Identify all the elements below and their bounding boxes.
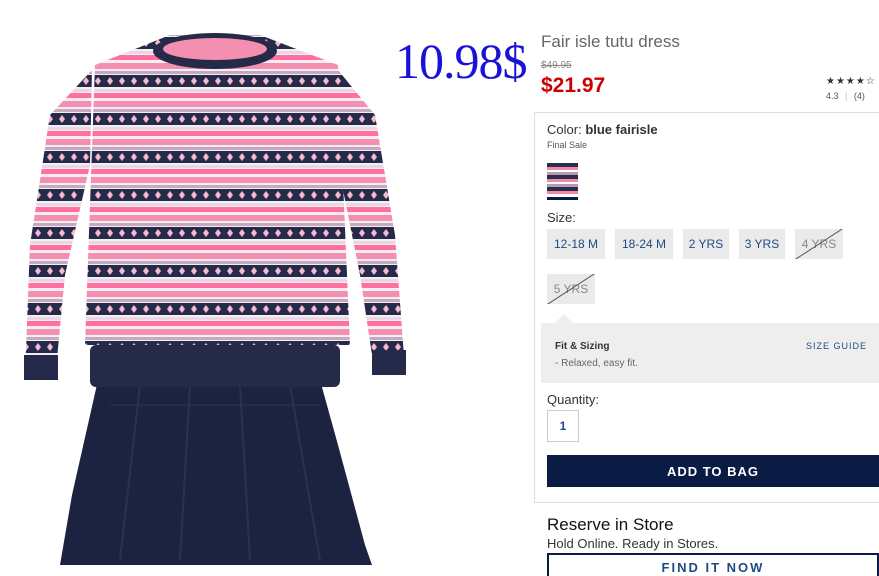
size-label: Size: <box>547 210 576 225</box>
color-selection: Color: blue fairisle <box>547 122 658 137</box>
size-guide-link[interactable]: SIZE GUIDE <box>806 341 867 351</box>
rating-summary: 4.3 | (4) <box>826 91 876 101</box>
final-sale-note: Final Sale <box>547 140 588 150</box>
product-rating[interactable]: ★★★★☆ 4.3 | (4) <box>826 76 876 101</box>
size-option-5yrs-unavailable[interactable]: 5 YRS <box>547 274 595 304</box>
overlay-price-annotation: 10.98$ <box>395 33 527 89</box>
divider <box>534 502 879 503</box>
size-option-3yrs[interactable]: 3 YRS <box>739 229 785 259</box>
reserve-in-store-title: Reserve in Store <box>547 515 674 534</box>
rating-divider: | <box>845 91 848 101</box>
quantity-label: Quantity: <box>547 392 600 407</box>
color-swatch-blue-fairisle[interactable] <box>547 163 578 200</box>
color-value: blue fairisle <box>585 122 658 137</box>
size-option-12-18m[interactable]: 12-18 M <box>547 229 605 259</box>
purchase-panel <box>534 112 879 503</box>
fit-description: - Relaxed, easy fit. <box>555 358 638 369</box>
quantity-select[interactable]: 1 <box>547 410 579 442</box>
rating-score: 4.3 <box>826 91 839 101</box>
size-option-2yrs[interactable]: 2 YRS <box>683 229 729 259</box>
rating-count: (4) <box>853 91 865 101</box>
rating-stars-icon: ★★★★☆ <box>826 76 876 87</box>
size-option-18-24m[interactable]: 18-24 M <box>615 229 673 259</box>
product-title: Fair isle tutu dress <box>541 32 680 51</box>
find-it-now-button[interactable]: FIND IT NOW <box>547 553 879 576</box>
color-label: Color: <box>547 122 582 137</box>
sale-price: $21.97 <box>541 74 606 97</box>
product-image <box>20 25 415 576</box>
reserve-in-store-subtitle: Hold Online. Ready in Stores. <box>547 536 719 551</box>
fit-and-sizing-box <box>541 323 879 383</box>
original-price: $49.95 <box>541 60 572 71</box>
fit-box-pointer <box>555 314 573 323</box>
fit-title: Fit & Sizing <box>555 341 610 352</box>
add-to-bag-button[interactable]: ADD TO BAG <box>547 455 879 487</box>
size-option-4yrs-unavailable[interactable]: 4 YRS <box>795 229 843 259</box>
